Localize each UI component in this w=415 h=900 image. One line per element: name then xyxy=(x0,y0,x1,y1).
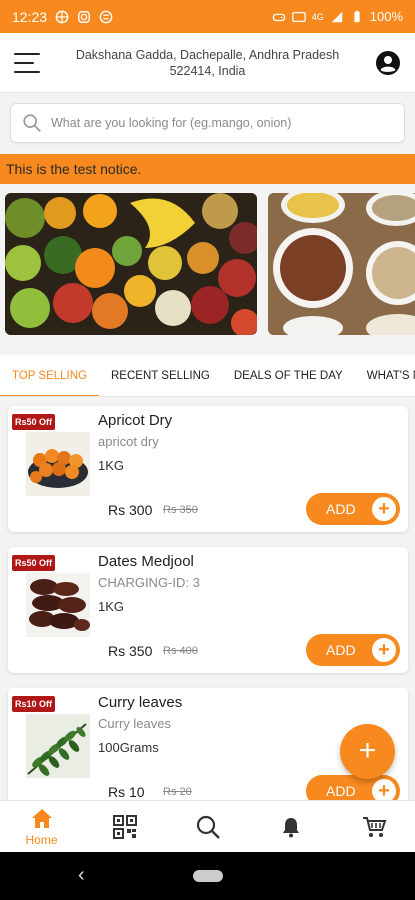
product-card[interactable]: Rs50 Off Apricot Dry apricot dry 1KG Rs … xyxy=(8,406,408,532)
status-bar: 12:23 4G 100% xyxy=(0,0,415,33)
hd-icon xyxy=(291,11,306,22)
home-icon xyxy=(31,809,52,828)
product-quantity: 1KG xyxy=(98,458,125,473)
product-image xyxy=(26,573,90,637)
product-old-price: Rs 400 xyxy=(163,645,198,657)
floating-add-button[interactable]: + xyxy=(340,724,395,779)
add-button-label: ADD xyxy=(326,642,356,658)
product-card[interactable]: Rs50 Off Dates Medjool CHARGING-ID: 3 1K… xyxy=(8,547,408,673)
grains-image xyxy=(268,193,415,335)
discount-badge: Rs50 Off xyxy=(12,555,56,571)
back-icon[interactable]: ‹ xyxy=(78,864,85,887)
basketball-icon xyxy=(55,10,69,23)
product-description: CHARGING-ID: 3 xyxy=(98,575,200,590)
discount-badge: Rs50 Off xyxy=(12,414,56,430)
instagram-icon xyxy=(78,10,90,23)
tab-whats-new[interactable]: WHAT'S N xyxy=(355,355,415,396)
sync-icon xyxy=(99,10,113,23)
bell-icon xyxy=(282,817,299,837)
product-name: Apricot Dry xyxy=(98,412,173,429)
signal-icon xyxy=(331,11,342,22)
search-icon xyxy=(196,815,220,839)
nav-notifications[interactable] xyxy=(249,801,332,852)
discount-badge: Rs10 Off xyxy=(12,696,56,712)
gamepad-icon xyxy=(272,13,286,21)
battery-icon xyxy=(354,10,360,22)
plus-icon: + xyxy=(372,497,396,521)
product-name: Curry leaves xyxy=(98,694,183,711)
nav-search[interactable] xyxy=(166,801,249,852)
plus-icon: + xyxy=(372,638,396,662)
search-icon xyxy=(23,114,41,132)
cart-icon xyxy=(362,816,386,837)
bottom-nav: Home xyxy=(0,800,415,852)
status-time: 12:23 xyxy=(12,8,48,25)
tab-top-selling[interactable]: TOP SELLING xyxy=(0,355,99,396)
notice-banner: This is the test notice. xyxy=(0,154,415,184)
fruits-banner[interactable] xyxy=(5,193,257,335)
nav-home-label: Home xyxy=(25,833,58,847)
menu-icon[interactable] xyxy=(14,52,40,73)
category-tabs: TOP SELLING RECENT SELLING DEALS OF THE … xyxy=(0,355,415,397)
tab-recent-selling[interactable]: RECENT SELLING xyxy=(99,355,222,396)
delivery-address[interactable]: Dakshana Gadda, Dachepalle, Andhra Prade… xyxy=(40,47,375,79)
add-button-label: ADD xyxy=(326,501,356,517)
product-quantity: 1KG xyxy=(98,599,125,614)
add-to-cart-button[interactable]: ADD + xyxy=(306,634,400,666)
account-icon[interactable] xyxy=(375,50,401,76)
product-quantity: 100Grams xyxy=(98,740,159,755)
search-input[interactable] xyxy=(51,116,404,130)
system-nav-bar: ‹ xyxy=(0,852,415,900)
search-bar[interactable] xyxy=(10,103,405,143)
app-header: Dakshana Gadda, Dachepalle, Andhra Prade… xyxy=(0,33,415,93)
product-description: apricot dry xyxy=(98,434,159,449)
add-button-label: ADD xyxy=(326,783,356,799)
product-old-price: Rs 350 xyxy=(163,504,198,516)
product-image xyxy=(26,432,90,496)
network-type: 4G xyxy=(311,11,324,22)
nav-categories[interactable] xyxy=(83,801,166,852)
product-old-price: Rs 20 xyxy=(163,786,192,798)
nav-cart[interactable] xyxy=(332,801,415,852)
battery-percent: 100% xyxy=(369,9,403,24)
nav-home[interactable]: Home xyxy=(0,801,83,852)
product-name: Dates Medjool xyxy=(98,553,194,570)
qr-code-icon xyxy=(112,814,137,839)
product-price: Rs 350 xyxy=(108,643,153,659)
tab-deals-of-the-day[interactable]: DEALS OF THE DAY xyxy=(222,355,355,396)
product-price: Rs 10 xyxy=(108,784,145,800)
product-description: Curry leaves xyxy=(98,716,171,731)
fruits-image xyxy=(5,193,257,335)
product-price: Rs 300 xyxy=(108,502,153,518)
home-pill[interactable] xyxy=(193,870,223,882)
add-to-cart-button[interactable]: ADD + xyxy=(306,493,400,525)
product-image xyxy=(26,714,90,778)
grains-banner[interactable] xyxy=(268,193,415,335)
